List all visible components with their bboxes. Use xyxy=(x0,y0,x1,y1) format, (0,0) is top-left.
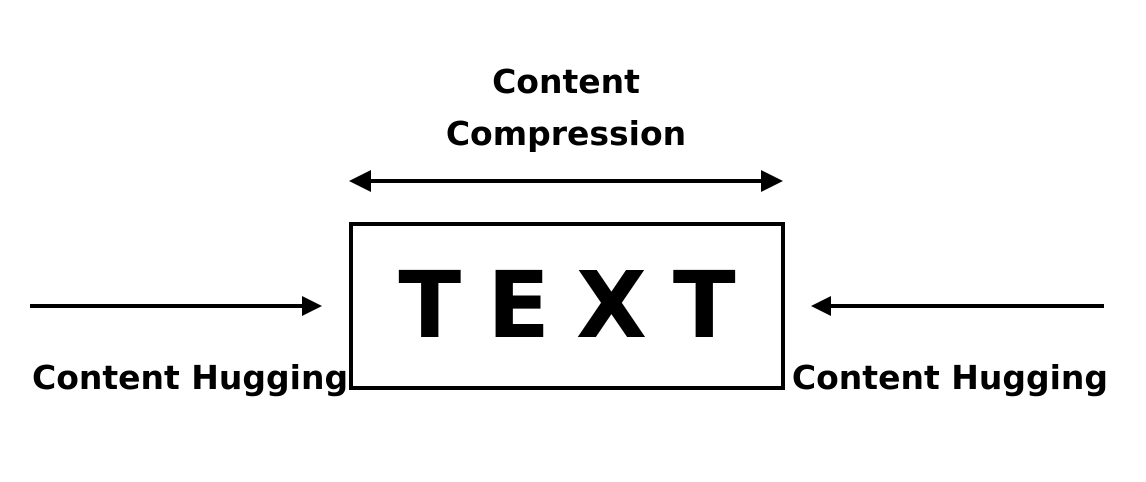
right-hugging-label: Content Hugging xyxy=(791,358,1108,397)
box-text: TEXT xyxy=(398,252,762,359)
compression-title-line2: Compression xyxy=(445,114,687,153)
right-hugging-arrow xyxy=(811,296,1104,316)
compression-double-arrow xyxy=(349,170,783,192)
content-hugging-compression-diagram: Content Compression TEXT Content Hugging… xyxy=(0,0,1146,482)
compression-title: Content Compression xyxy=(366,56,766,160)
left-hugging-label: Content Hugging xyxy=(32,358,349,397)
left-hugging-arrow xyxy=(30,296,322,316)
text-box: TEXT xyxy=(349,222,785,390)
compression-title-line1: Content xyxy=(492,62,640,101)
